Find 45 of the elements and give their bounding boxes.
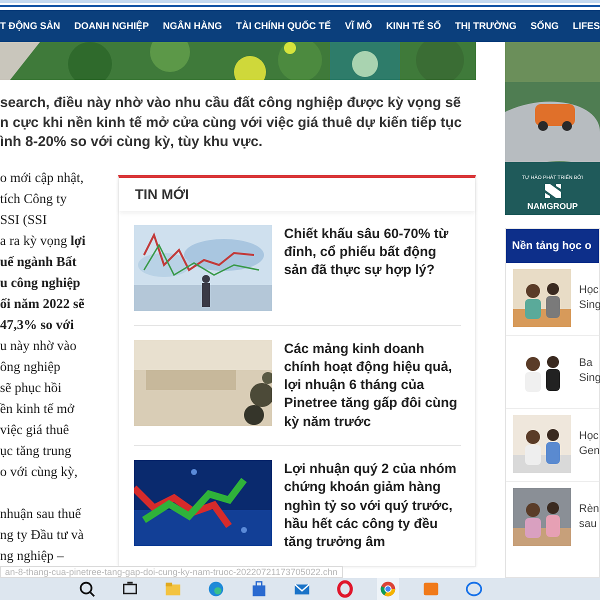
- article-text: tích Công ty: [0, 190, 68, 208]
- section-title: TIN MỚI: [135, 186, 189, 202]
- article-text: ối năm 2022 sẽ: [0, 294, 86, 312]
- article-link[interactable]: Rèn: [579, 502, 600, 517]
- nav-link[interactable]: SỐNG: [530, 20, 559, 32]
- article-text: o với cùng kỳ,: [0, 462, 79, 481]
- nav-link[interactable]: KINH TẾ SỐ: [386, 20, 441, 32]
- article-link[interactable]: Ba: [579, 356, 600, 371]
- nav-link[interactable]: THỊ TRƯỜNG: [455, 20, 516, 32]
- article-text: ông nghiệp: [0, 358, 62, 376]
- article-text: u công nghiệp: [0, 274, 82, 292]
- news-headline[interactable]: Chiết khấu sâu 60-70% từ đỉnh, cổ phiếu bất động sản đã thực sự hợp lý?: [284, 224, 461, 310]
- news-headline[interactable]: Lợi nhuận quý 2 của nhóm chứng khoán giảm hàng nghìn tỷ so với quý trước, hầu hết các công ty đều tăng trưởng âm: [284, 460, 461, 552]
- status-url: an-8-thang-cua-pinetree-tang-gap-doi-cung-ky-nam-truoc-20220721173705022.chn: [0, 566, 343, 578]
- article-text: sẽ phục hồi: [0, 378, 62, 397]
- article-text: ng ty Đầu tư và: [0, 526, 85, 544]
- article-link[interactable]: Geni: [579, 444, 600, 459]
- article-text: nhuận sau thuế: [0, 504, 82, 522]
- nav-link[interactable]: VĨ MÔ: [344, 20, 372, 32]
- article-text: 47,3% so với: [0, 316, 75, 334]
- article-link[interactable]: sau: [579, 517, 600, 532]
- nav-link[interactable]: LIFES: [572, 20, 600, 32]
- article-link[interactable]: Học: [579, 429, 600, 444]
- article-text: o mới cập nhật,: [0, 168, 85, 187]
- summary-text: search, điều này nhờ vào nhu cầu đất công nghiệp được kỳ vọng sẽ: [0, 94, 462, 113]
- article-text: việc giá thuê: [0, 420, 70, 439]
- nav-link[interactable]: TÀI CHÍNH QUỐC TẾ: [236, 20, 331, 32]
- nav-link[interactable]: T ĐỘNG SẢN: [0, 20, 60, 32]
- logo-icon: [544, 184, 560, 198]
- article-text: ng nghiệp –: [0, 546, 65, 565]
- article-text: uế ngành Bất: [0, 252, 78, 271]
- article-text: ền kinh tế mở: [0, 400, 76, 418]
- article-link[interactable]: Sing: [579, 371, 600, 386]
- news-headline[interactable]: Các mảng kinh doanh chính hoạt động hiệu quả, lợi nhuận 6 tháng của Pinetree tăng gấp đôi cùng kỳ năm trước: [284, 340, 461, 431]
- panel-title: Nền tảng học o: [512, 240, 592, 252]
- article-link[interactable]: Sing: [579, 298, 600, 313]
- ad-brand: NAMGROUP: [527, 201, 578, 211]
- article-text: SSI (SSI: [0, 210, 48, 229]
- article-text: u này nhờ vào: [0, 336, 78, 355]
- article-text: a ra kỳ vọng lợi: [0, 232, 86, 250]
- article-text: ục tăng trung: [0, 442, 72, 460]
- article-link[interactable]: Học: [579, 283, 600, 298]
- nav-link[interactable]: DOANH NGHIỆP: [74, 20, 149, 32]
- nav-link[interactable]: NGÂN HÀNG: [162, 20, 222, 32]
- summary-text: n cực khi nền kinh tế mở cửa cùng với việc giá thuê dự kiến tiếp tục: [0, 114, 463, 132]
